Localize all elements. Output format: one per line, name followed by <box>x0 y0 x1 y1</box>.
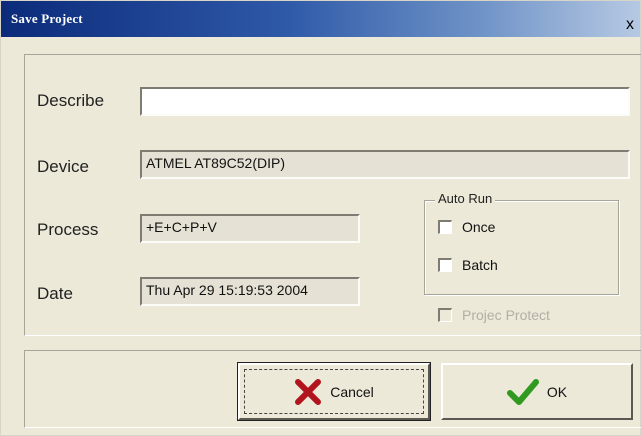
project-protect-label: Projec Protect <box>462 307 550 323</box>
close-icon[interactable]: x <box>623 17 637 33</box>
auto-run-title: Auto Run <box>435 191 496 206</box>
title-bar[interactable]: Save Project <box>1 1 640 37</box>
once-checkbox[interactable] <box>438 220 452 234</box>
ok-button[interactable]: OK <box>441 363 633 420</box>
once-label: Once <box>462 219 496 235</box>
device-field: ATMEL AT89C52(DIP) <box>140 150 630 179</box>
process-label: Process <box>37 220 99 239</box>
once-option[interactable]: Once <box>438 219 495 235</box>
cancel-label: Cancel <box>330 383 374 400</box>
save-project-dialog: Save Project x Describe Device ATMEL AT8… <box>0 0 641 436</box>
green-check-icon <box>506 378 539 406</box>
device-label: Device <box>37 157 89 176</box>
red-x-icon <box>294 378 322 406</box>
project-protect-option[interactable]: Projec Protect <box>438 307 550 323</box>
batch-option[interactable]: Batch <box>438 257 498 273</box>
auto-run-group: Auto Run <box>424 191 619 295</box>
date-field: Thu Apr 29 15:19:53 2004 <box>140 277 360 306</box>
cancel-button[interactable]: Cancel <box>238 363 430 420</box>
ok-label: OK <box>546 383 568 400</box>
describe-label: Describe <box>37 91 105 110</box>
project-protect-checkbox[interactable] <box>438 308 452 322</box>
batch-label: Batch <box>462 257 498 273</box>
window-title: Save Project <box>11 11 83 26</box>
date-label: Date <box>37 284 73 303</box>
describe-input[interactable] <box>140 87 630 116</box>
process-field: +E+C+P+V <box>140 214 360 243</box>
batch-checkbox[interactable] <box>438 258 452 272</box>
